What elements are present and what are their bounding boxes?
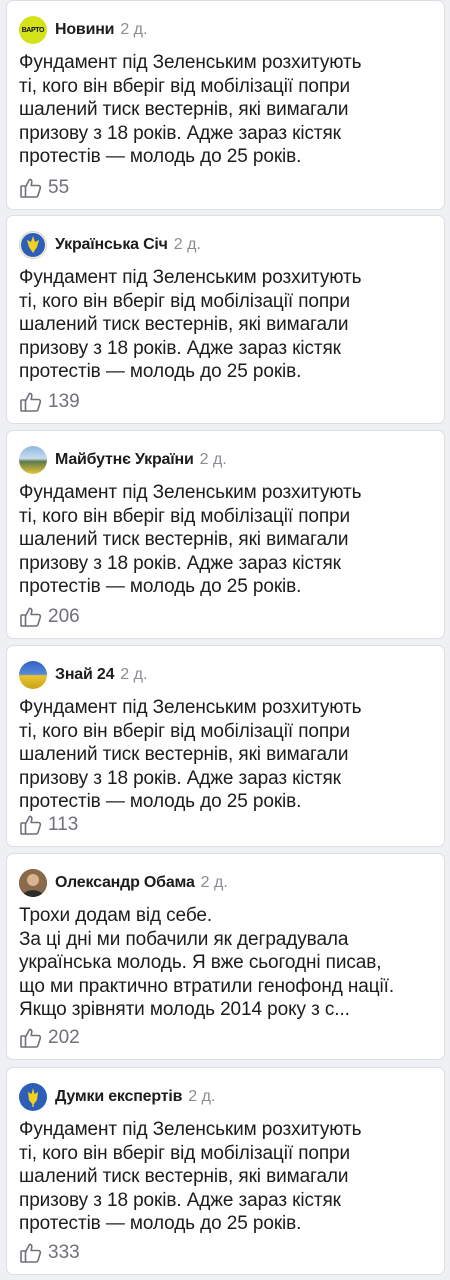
- trident-icon: [28, 1088, 38, 1107]
- like-button[interactable]: 333: [19, 1240, 80, 1266]
- post-time: 2 д.: [200, 874, 228, 891]
- post-time: 2 д.: [188, 1088, 216, 1105]
- like-button[interactable]: 202: [19, 1025, 80, 1051]
- author-name[interactable]: Знай 24: [55, 666, 114, 684]
- comment-card: Знай 24 2 д. Фундамент під Зеленським ро…: [6, 645, 445, 847]
- like-count: 55: [48, 177, 70, 198]
- thumbs-up-icon: [20, 1028, 42, 1048]
- like-count: 333: [48, 1242, 80, 1263]
- like-count: 139: [48, 391, 80, 412]
- comment-text: Фундамент під Зеленським розхитують ті, …: [19, 482, 362, 597]
- post-time: 2 д.: [120, 21, 148, 38]
- comment-header: Майбутнє України 2 д.: [19, 445, 227, 475]
- post-time: 2 д.: [199, 451, 227, 468]
- like-button[interactable]: 139: [19, 389, 80, 415]
- thumbs-up-icon: [20, 1243, 42, 1263]
- comment-header: Українська Січ 2 д.: [19, 230, 201, 260]
- comment-text: Фундамент під Зеленським розхитують ті, …: [19, 267, 362, 382]
- thumbs-up-icon: [20, 392, 42, 412]
- wheat-field-avatar[interactable]: [19, 661, 47, 689]
- sich-emblem-avatar[interactable]: [19, 231, 47, 259]
- varto-logo-text: ВАРТО: [21, 26, 45, 34]
- trident-avatar[interactable]: [19, 1083, 47, 1111]
- comment-card: Олександр Обама 2 д. Трохи додам від себ…: [6, 853, 445, 1060]
- like-count: 206: [48, 606, 80, 627]
- like-button[interactable]: 113: [19, 812, 78, 838]
- thumbs-up-icon: [20, 607, 42, 627]
- author-name[interactable]: Олександр Обама: [55, 874, 195, 892]
- comment-text: Фундамент під Зеленським розхитують ті, …: [19, 697, 362, 812]
- person-photo-avatar[interactable]: [19, 869, 47, 897]
- comment-card: ВАРТО Новини 2 д. Фундамент під Зеленськ…: [6, 0, 445, 210]
- comment-header: ВАРТО Новини 2 д.: [19, 15, 147, 45]
- like-button[interactable]: 55: [19, 175, 69, 201]
- comment-header: Знай 24 2 д.: [19, 660, 147, 690]
- comment-text: Трохи додам від себе. За ці дні ми побач…: [19, 905, 395, 1020]
- trident-emblem-icon: [21, 233, 45, 257]
- thumbs-up-icon: [20, 178, 42, 198]
- person-silhouette-icon: [19, 869, 47, 897]
- author-name[interactable]: Майбутнє України: [55, 451, 194, 469]
- comment-card: Українська Січ 2 д. Фундамент під Зеленс…: [6, 215, 445, 424]
- like-count: 202: [48, 1027, 80, 1048]
- comment-text: Фундамент під Зеленським розхитують ті, …: [19, 52, 362, 167]
- author-name[interactable]: Новини: [55, 21, 115, 39]
- author-name[interactable]: Думки експертів: [55, 1088, 182, 1106]
- landscape-photo-avatar[interactable]: [19, 446, 47, 474]
- comment-card: Майбутнє України 2 д. Фундамент під Зеле…: [6, 430, 445, 639]
- post-time: 2 д.: [173, 236, 201, 253]
- like-count: 113: [48, 814, 79, 835]
- comment-text: Фундамент під Зеленським розхитують ті, …: [19, 1119, 362, 1234]
- comment-header: Олександр Обама 2 д.: [19, 868, 228, 898]
- thumbs-up-icon: [20, 815, 42, 835]
- author-name[interactable]: Українська Січ: [55, 236, 168, 254]
- comment-card: Думки експертів 2 д. Фундамент під Зелен…: [6, 1067, 445, 1275]
- like-button[interactable]: 206: [19, 604, 80, 630]
- post-time: 2 д.: [120, 666, 148, 683]
- comment-header: Думки експертів 2 д.: [19, 1082, 215, 1112]
- varto-logo-avatar[interactable]: ВАРТО: [19, 16, 47, 44]
